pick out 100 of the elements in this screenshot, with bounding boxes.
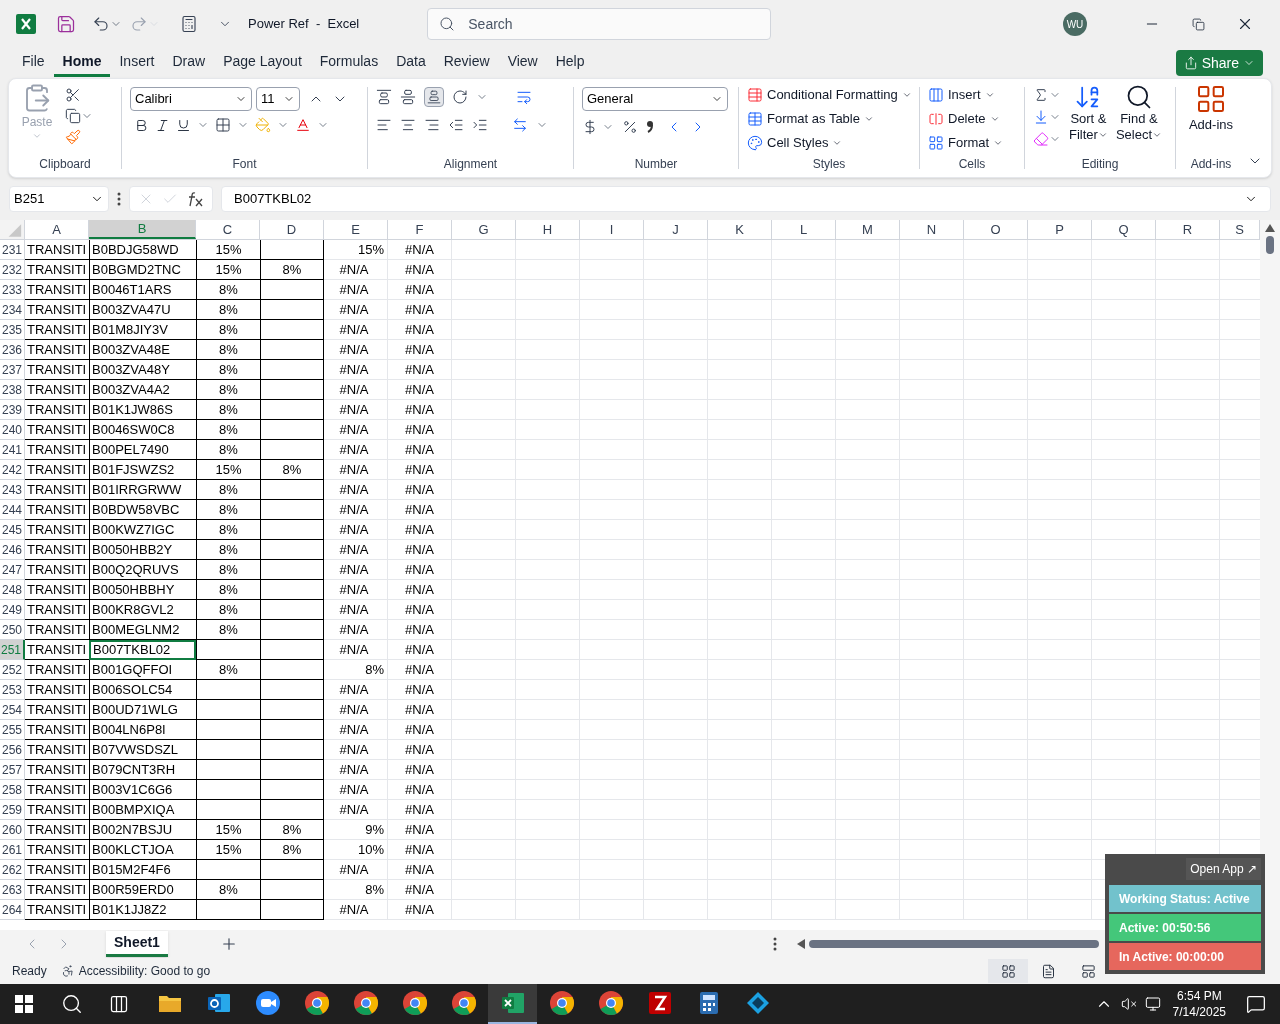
column-header[interactable]: F	[388, 220, 452, 239]
restore-icon[interactable]	[1192, 17, 1205, 31]
horizontal-scrollbar-thumb[interactable]	[808, 940, 1099, 948]
add-ins-button[interactable]: Add-ins	[1180, 83, 1242, 135]
bottom-align-icon[interactable]	[424, 87, 444, 107]
column-header[interactable]: D	[260, 220, 324, 239]
fill-color-icon[interactable]	[255, 117, 271, 133]
autosum-icon[interactable]	[1033, 87, 1049, 103]
menu-tab[interactable]: Formulas	[310, 49, 388, 77]
row-header[interactable]: 245	[0, 520, 25, 540]
middle-align-icon[interactable]	[400, 89, 416, 105]
italic-icon[interactable]	[155, 117, 170, 133]
styles-button[interactable]: Format as Table	[747, 107, 911, 131]
notifications-icon[interactable]	[1246, 994, 1266, 1014]
row-header[interactable]: 261	[0, 840, 25, 860]
font-name-field[interactable]: Calibri	[130, 87, 252, 111]
user-avatar[interactable]: WU	[1063, 12, 1087, 36]
cut-icon[interactable]	[65, 87, 81, 103]
sheet-tab[interactable]: Sheet1	[106, 931, 168, 957]
caret-icon[interactable]	[863, 114, 874, 124]
font-color-icon[interactable]	[295, 117, 311, 133]
column-header[interactable]: E	[324, 220, 388, 239]
share-icon[interactable]	[1183, 56, 1198, 70]
align-right-icon[interactable]	[424, 117, 440, 133]
row-header[interactable]: 238	[0, 380, 25, 400]
scrollbar-thumb[interactable]	[1266, 236, 1274, 254]
row-header[interactable]: 244	[0, 500, 25, 520]
increase-indent-icon[interactable]	[472, 117, 488, 133]
row-header[interactable]: 239	[0, 400, 25, 420]
insert-cells-icon[interactable]	[928, 87, 944, 103]
wrap-text-icon[interactable]	[516, 89, 532, 105]
search-field[interactable]: Search	[427, 8, 772, 40]
page-icon[interactable]	[1040, 963, 1056, 979]
scroll-left-icon[interactable]	[796, 939, 805, 949]
row-header[interactable]: 234	[0, 300, 25, 320]
column-header[interactable]: L	[772, 220, 836, 239]
column-header[interactable]: H	[516, 220, 580, 239]
caret-icon[interactable]	[984, 90, 995, 100]
row-header[interactable]: 231	[0, 240, 25, 260]
caret-icon[interactable]	[901, 90, 912, 100]
row-header[interactable]: 242	[0, 460, 25, 480]
row-header[interactable]: 257	[0, 760, 25, 780]
delete-cells-icon[interactable]	[928, 111, 944, 127]
row-header[interactable]: 260	[0, 820, 25, 840]
menu-tab[interactable]: Draw	[163, 49, 215, 77]
grid-icon[interactable]	[1000, 963, 1016, 979]
menu-tab[interactable]: Review	[434, 49, 499, 77]
row-header[interactable]: 243	[0, 480, 25, 500]
caret-icon[interactable]	[1097, 130, 1108, 140]
row-header[interactable]: 233	[0, 280, 25, 300]
accessibility-status[interactable]: Accessibility: Good to go	[78, 962, 211, 980]
column-header[interactable]: R	[1156, 220, 1220, 239]
formula-field[interactable]: B007TKBL02	[221, 186, 1271, 212]
align-center-icon[interactable]	[400, 117, 416, 133]
align-left-icon[interactable]	[376, 117, 392, 133]
bold-icon[interactable]	[134, 117, 149, 133]
editing-button[interactable]: Sort & Filter	[1069, 83, 1108, 147]
number-format-field[interactable]: General	[582, 87, 728, 111]
comma-style-icon[interactable]	[646, 120, 654, 134]
row-header[interactable]: 256	[0, 740, 25, 760]
muted-speaker-icon[interactable]	[1120, 996, 1137, 1012]
menu-tab[interactable]: Insert	[110, 49, 164, 77]
menu-tab[interactable]: View	[498, 49, 547, 77]
row-header[interactable]: 254	[0, 700, 25, 720]
fill-icon[interactable]	[1033, 109, 1049, 125]
merge-icon[interactable]	[512, 117, 528, 133]
format-painter-icon[interactable]	[65, 129, 81, 145]
open-app-link[interactable]: Open App ↗	[1186, 858, 1261, 880]
column-header[interactable]: I	[580, 220, 644, 239]
menu-tab[interactable]: Help	[546, 49, 594, 77]
row-header[interactable]: 252	[0, 660, 25, 680]
row-header[interactable]: 248	[0, 580, 25, 600]
row-header[interactable]: 258	[0, 780, 25, 800]
row-header[interactable]: 240	[0, 420, 25, 440]
clock-date[interactable]: 7/14/2025	[1172, 1004, 1226, 1020]
palette-icon[interactable]	[747, 135, 763, 151]
selected-cell[interactable]: B007TKBL02	[89, 640, 196, 660]
vertical-scrollbar[interactable]	[1260, 220, 1280, 930]
row-header[interactable]: 263	[0, 880, 25, 900]
row-header[interactable]: 264	[0, 900, 25, 920]
cells-button[interactable]: Insert	[928, 83, 1016, 107]
menu-tab[interactable]: Page Layout	[214, 49, 311, 77]
column-header[interactable]: C	[196, 220, 260, 239]
column-header[interactable]: N	[900, 220, 964, 239]
row-header[interactable]: 235	[0, 320, 25, 340]
more-icon[interactable]	[117, 192, 121, 206]
row-header[interactable]: 241	[0, 440, 25, 460]
styles-button[interactable]: Cell Styles	[747, 131, 911, 155]
conditional-formatting-icon[interactable]	[747, 87, 763, 103]
row-header[interactable]: 262	[0, 860, 25, 880]
column-header[interactable]: J	[644, 220, 708, 239]
borders-icon[interactable]	[215, 117, 231, 133]
percent-icon[interactable]	[622, 119, 638, 135]
row-header[interactable]: 246	[0, 540, 25, 560]
network-icon[interactable]	[1144, 996, 1161, 1012]
page-break-icon[interactable]	[1080, 963, 1096, 979]
decrease-indent-icon[interactable]	[448, 117, 464, 133]
clock-time[interactable]: 6:54 PM	[1176, 988, 1222, 1004]
undo-icon[interactable]	[92, 15, 110, 33]
menu-tab[interactable]: Data	[387, 49, 435, 77]
